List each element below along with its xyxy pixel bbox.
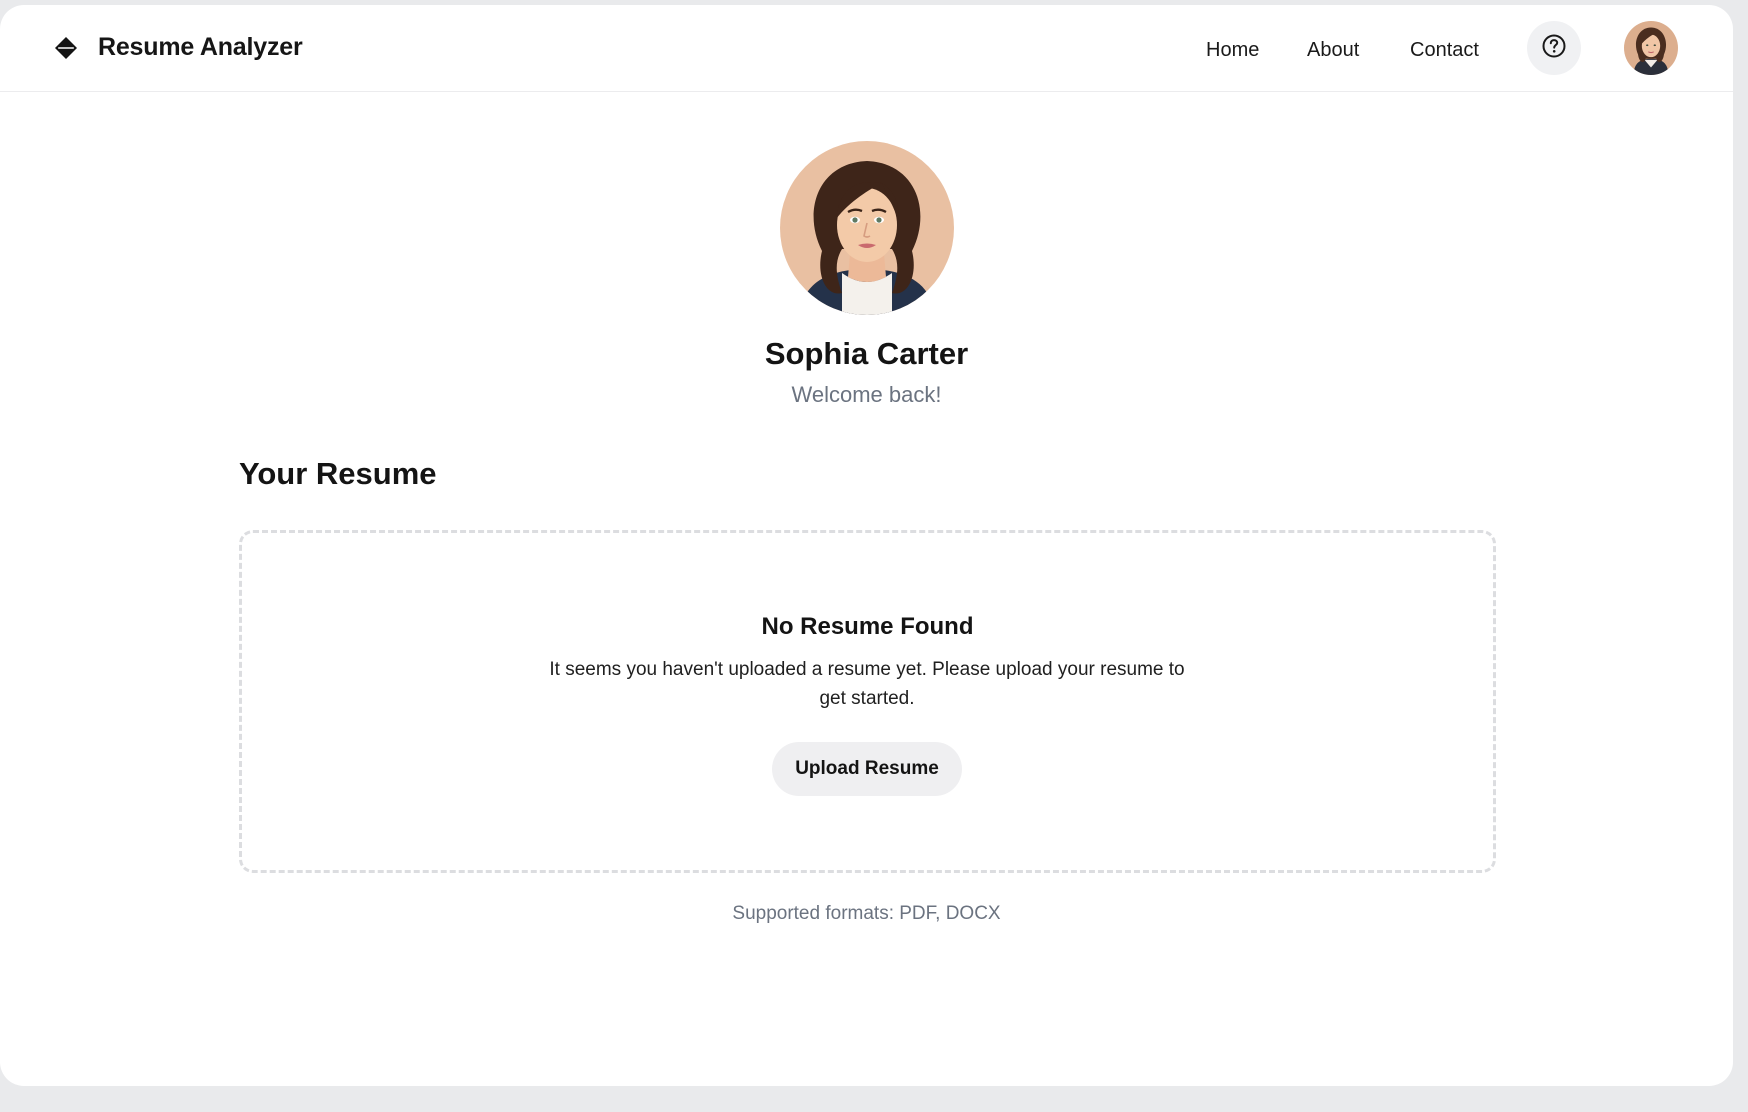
profile-avatar bbox=[780, 141, 954, 315]
welcome-message: Welcome back! bbox=[791, 382, 942, 407]
profile-name: Sophia Carter bbox=[764, 336, 969, 371]
help-button[interactable] bbox=[1527, 21, 1581, 75]
your-resume-heading: Your Resume bbox=[239, 456, 437, 491]
diamond-logo-icon bbox=[54, 36, 78, 60]
app-window: Resume Analyzer Home About Contact Sophi… bbox=[0, 5, 1733, 1086]
brand[interactable]: Resume Analyzer bbox=[54, 33, 303, 62]
resume-dropzone[interactable]: No Resume Found It seems you haven't upl… bbox=[239, 530, 1496, 873]
user-avatar[interactable] bbox=[1624, 21, 1678, 75]
nav-contact-link[interactable]: Contact bbox=[1410, 39, 1479, 62]
empty-state-title: No Resume Found bbox=[761, 613, 974, 640]
top-navigation-bar: Resume Analyzer Home About Contact bbox=[0, 5, 1733, 92]
app-title: Resume Analyzer bbox=[98, 33, 303, 61]
supported-formats-note: Supported formats: PDF, DOCX bbox=[732, 903, 1001, 924]
upload-resume-button[interactable]: Upload Resume bbox=[772, 742, 962, 796]
question-circle-icon bbox=[1541, 33, 1567, 64]
empty-state-message: It seems you haven't uploaded a resume y… bbox=[549, 659, 1185, 709]
nav-home-link[interactable]: Home bbox=[1206, 39, 1259, 62]
nav-about-link[interactable]: About bbox=[1307, 39, 1359, 62]
